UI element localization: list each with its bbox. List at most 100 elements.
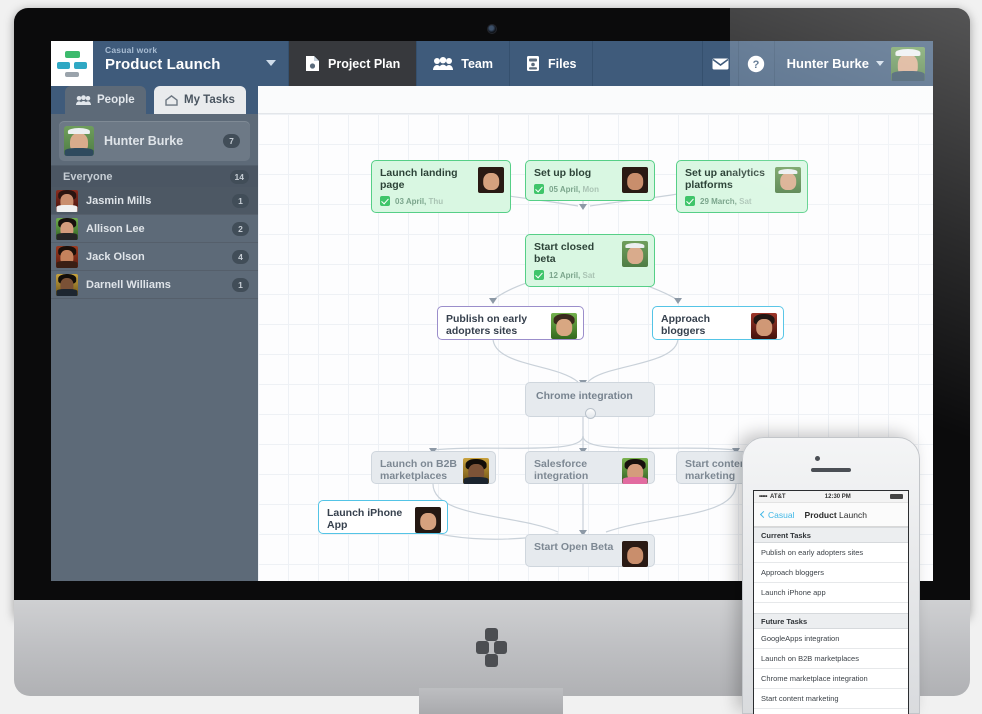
task-card[interactable]: Approach bloggers bbox=[652, 306, 784, 340]
user-menu[interactable]: Hunter Burke bbox=[775, 41, 933, 86]
webcam-icon bbox=[487, 24, 497, 34]
sidebar-group-everyone[interactable]: Everyone 14 bbox=[51, 165, 258, 187]
avatar bbox=[463, 458, 489, 484]
phone-speaker bbox=[811, 468, 851, 472]
signal-icon: ••••• bbox=[759, 494, 767, 500]
check-icon bbox=[534, 184, 544, 194]
sidebar-item-person[interactable]: Jack Olson 4 bbox=[51, 243, 258, 271]
nav-tab-files[interactable]: Files bbox=[510, 41, 594, 86]
sidebar: Hunter Burke 7 Everyone 14 Jasmin Mills … bbox=[51, 114, 258, 581]
task-title: Launch iPhone App bbox=[327, 507, 411, 531]
check-icon bbox=[685, 196, 695, 206]
task-card[interactable]: Start Open Beta bbox=[525, 534, 655, 567]
phone-status-bar: ••••• AT&T 12:30 PM bbox=[754, 491, 908, 503]
person-name: Jack Olson bbox=[86, 251, 224, 263]
person-count: 1 bbox=[232, 194, 249, 208]
project-switcher[interactable]: Casual work Product Launch bbox=[93, 41, 289, 86]
avatar bbox=[622, 458, 648, 484]
everyone-label: Everyone bbox=[63, 171, 230, 183]
avatar bbox=[622, 541, 648, 567]
sidebar-item-person[interactable]: Jasmin Mills 1 bbox=[51, 187, 258, 215]
task-title: Launch on B2B marketplaces bbox=[380, 458, 459, 482]
task-card[interactable]: Launch on B2B marketplaces bbox=[371, 451, 496, 484]
tab-my-tasks[interactable]: My Tasks bbox=[154, 86, 246, 114]
project-kicker: Casual work bbox=[105, 45, 278, 55]
avatar bbox=[56, 274, 78, 296]
task-card[interactable]: Set up analytics platforms 29 March, Sat bbox=[676, 160, 808, 213]
me-name: Hunter Burke bbox=[104, 134, 213, 148]
task-card[interactable]: Launch landing page 03 April, Thu bbox=[371, 160, 511, 213]
person-name: Allison Lee bbox=[86, 223, 224, 235]
app-top-bar: Casual work Product Launch Project Plan bbox=[51, 41, 933, 86]
back-button[interactable]: Casual bbox=[761, 510, 794, 520]
task-title: Launch landing page bbox=[380, 167, 474, 191]
mail-button[interactable] bbox=[703, 41, 739, 86]
canvas-header bbox=[258, 86, 933, 114]
monitor-neck bbox=[419, 688, 563, 714]
nav-label: Project Plan bbox=[328, 57, 400, 71]
task-title: Set up blog bbox=[534, 167, 618, 179]
tab-label: People bbox=[97, 94, 135, 106]
envelope-icon bbox=[712, 58, 729, 70]
task-title: Chrome integration bbox=[536, 390, 644, 402]
task-card[interactable]: Launch iPhone App bbox=[318, 500, 448, 534]
status-time: 12:30 PM bbox=[786, 494, 890, 500]
sidebar-item-person[interactable]: Darnell Williams 1 bbox=[51, 271, 258, 299]
phone-list-gap bbox=[754, 603, 908, 613]
phone-list-item[interactable]: Launch on B2B marketplaces bbox=[754, 649, 908, 669]
person-name: Darnell Williams bbox=[86, 279, 224, 291]
task-date: 03 April, Thu bbox=[395, 197, 443, 206]
task-date: 29 March, Sat bbox=[700, 197, 752, 206]
tab-label: My Tasks bbox=[184, 94, 235, 106]
task-title: Start closed beta bbox=[534, 241, 618, 265]
nav-tab-project-plan[interactable]: Project Plan bbox=[289, 41, 417, 86]
check-icon bbox=[534, 270, 544, 280]
nav-label: Files bbox=[548, 57, 577, 71]
tab-people[interactable]: People bbox=[65, 86, 146, 114]
chevron-left-icon bbox=[760, 511, 767, 518]
svg-text:?: ? bbox=[753, 59, 760, 71]
carrier-label: AT&T bbox=[770, 494, 786, 500]
slider-knob[interactable] bbox=[585, 408, 596, 419]
avatar bbox=[56, 246, 78, 268]
help-button[interactable]: ? bbox=[739, 41, 775, 86]
phone-list-item[interactable]: Publish on early adopters sites bbox=[754, 543, 908, 563]
phone-list-item[interactable]: Start content marketing bbox=[754, 689, 908, 709]
person-name: Jasmin Mills bbox=[86, 195, 224, 207]
task-date: 05 April, Mon bbox=[549, 185, 599, 194]
phone-section-heading: Current Tasks bbox=[754, 527, 908, 543]
back-label: Casual bbox=[768, 510, 794, 520]
task-title: Start Open Beta bbox=[534, 541, 618, 553]
task-card[interactable]: Salesforce integration bbox=[525, 451, 655, 484]
avatar bbox=[56, 190, 78, 212]
avatar bbox=[478, 167, 504, 193]
files-icon bbox=[526, 55, 540, 72]
casual-org-chart-logo[interactable] bbox=[51, 41, 93, 86]
me-count: 7 bbox=[223, 134, 240, 148]
avatar bbox=[415, 507, 441, 533]
avatar bbox=[622, 241, 648, 267]
avatar bbox=[56, 218, 78, 240]
phone-list-item[interactable]: Launch iPhone app bbox=[754, 583, 908, 603]
phone-section-heading: Future Tasks bbox=[754, 613, 908, 629]
avatar bbox=[775, 167, 801, 193]
phone-title: Product Launch bbox=[794, 510, 901, 520]
top-bar-spacer bbox=[593, 41, 702, 86]
sidebar-item-me[interactable]: Hunter Burke 7 bbox=[59, 121, 250, 161]
phone-list-item[interactable]: Approach bloggers bbox=[754, 563, 908, 583]
nav-tab-team[interactable]: Team bbox=[417, 41, 510, 86]
task-card-slider[interactable]: Chrome integration bbox=[525, 382, 655, 417]
phone-list-item[interactable]: GoogleApps integration bbox=[754, 629, 908, 649]
panel-tab-row: People My Tasks bbox=[51, 86, 933, 114]
phone-list-item[interactable]: Chrome marketplace integration bbox=[754, 669, 908, 689]
everyone-count: 14 bbox=[230, 170, 249, 184]
inbox-icon bbox=[165, 95, 178, 106]
task-card[interactable]: Publish on early adopters sites bbox=[437, 306, 584, 340]
panel-tabs: People My Tasks bbox=[51, 86, 258, 114]
sidebar-item-person[interactable]: Allison Lee 2 bbox=[51, 215, 258, 243]
task-card[interactable]: Set up blog 05 April, Mon bbox=[525, 160, 655, 201]
avatar bbox=[64, 126, 94, 156]
task-card[interactable]: Start closed beta 12 April, Sat bbox=[525, 234, 655, 287]
task-title: Salesforce integration bbox=[534, 458, 618, 482]
people-icon bbox=[76, 95, 91, 106]
